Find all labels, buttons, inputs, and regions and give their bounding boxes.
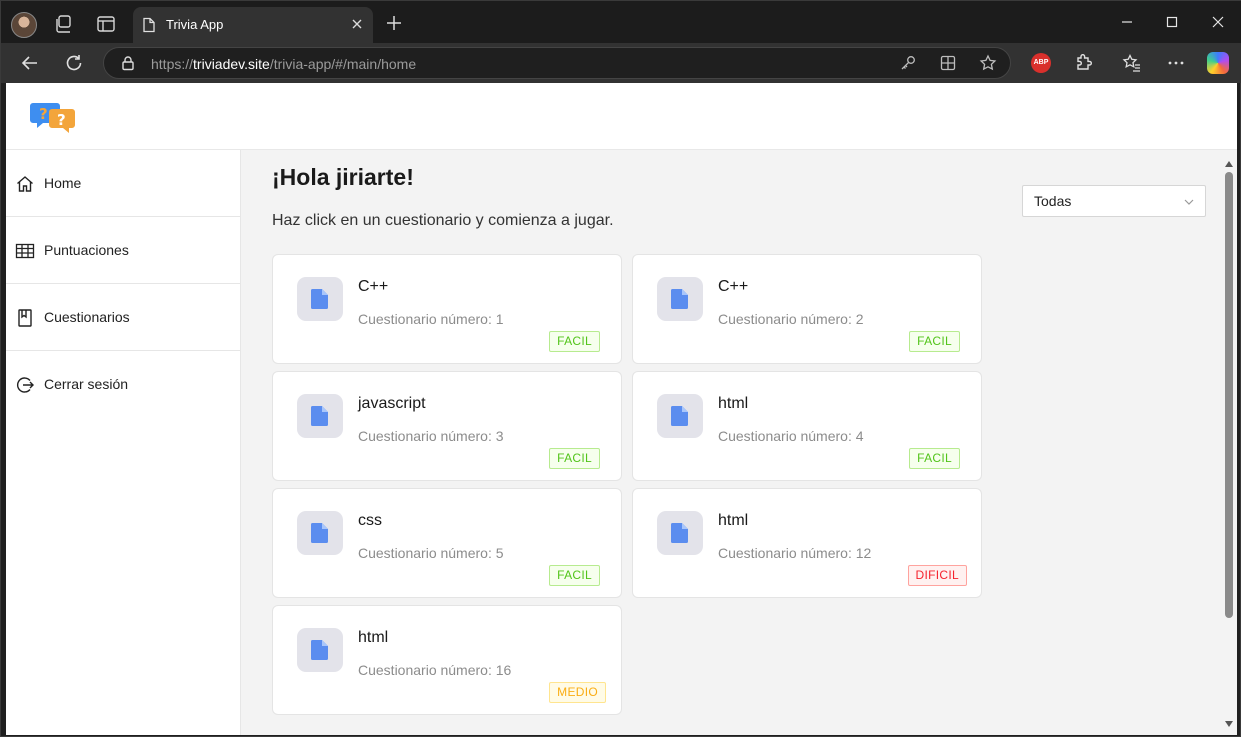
book-icon (15, 308, 35, 328)
extensions-icon[interactable] (1074, 53, 1094, 73)
file-icon (297, 394, 343, 438)
sidebar-item-label: Cuestionarios (44, 309, 130, 325)
file-icon (297, 277, 343, 321)
refresh-icon[interactable] (63, 52, 85, 74)
svg-text:?: ? (39, 105, 48, 123)
select-value: Todas (1034, 193, 1072, 209)
app-header: ? ? (6, 83, 1237, 150)
quiz-card[interactable]: javascript Cuestionario número: 3 FACIL (272, 371, 622, 481)
quiz-title: html (718, 395, 749, 412)
trivia-logo[interactable]: ? ? (28, 99, 78, 135)
quiz-card[interactable]: C++ Cuestionario número: 1 FACIL (272, 254, 622, 364)
url-scheme: https:// (151, 56, 194, 72)
quiz-number: Cuestionario número: 2 (718, 311, 864, 327)
difficulty-badge: FACIL (909, 448, 960, 469)
sidebar-item-label: Puntuaciones (44, 242, 129, 258)
new-tab-icon[interactable] (385, 14, 403, 32)
quiz-title: C++ (718, 278, 749, 295)
lock-icon[interactable] (120, 55, 136, 71)
quiz-number: Cuestionario número: 4 (718, 428, 864, 444)
difficulty-badge: DIFICIL (907, 565, 967, 586)
vertical-tabs-icon[interactable] (95, 13, 117, 35)
quiz-card[interactable]: html Cuestionario número: 12 DIFICIL (632, 488, 982, 598)
quiz-card[interactable]: html Cuestionario número: 16 MEDIO (272, 605, 622, 715)
sidebar-item-cerrar-sesion[interactable]: Cerrar sesión (6, 351, 241, 418)
sidebar-item-label: Home (44, 175, 82, 191)
page-scrollbar[interactable] (1221, 150, 1237, 735)
home-icon (15, 174, 35, 194)
logout-icon (15, 375, 35, 395)
copilot-icon[interactable] (1207, 52, 1229, 74)
sidebar-item-puntuaciones[interactable]: Puntuaciones (6, 217, 241, 284)
back-icon[interactable] (19, 52, 41, 74)
sidebar-item-label: Cerrar sesión (44, 376, 129, 392)
workspaces-icon[interactable] (53, 13, 75, 35)
quiz-card[interactable]: css Cuestionario número: 5 FACIL (272, 488, 622, 598)
chevron-down-icon (1183, 195, 1195, 207)
svg-text:?: ? (57, 111, 66, 129)
difficulty-filter-select[interactable]: Todas (1022, 185, 1206, 217)
active-tab[interactable]: Trivia App (133, 7, 373, 43)
page-icon (141, 17, 157, 33)
close-tab-icon[interactable] (349, 16, 365, 32)
tab-strip: Trivia App (1, 1, 1241, 43)
quiz-number: Cuestionario número: 3 (358, 428, 504, 444)
quiz-title: html (718, 512, 749, 529)
quiz-number: Cuestionario número: 1 (358, 311, 504, 327)
url-text[interactable]: https://triviadev.site/trivia-app/#/main… (151, 56, 416, 72)
password-key-icon[interactable] (899, 54, 917, 72)
adblock-extension-icon[interactable]: ABP (1031, 53, 1051, 73)
app-available-icon[interactable] (939, 54, 957, 72)
quiz-title: html (358, 629, 389, 646)
sidebar-item-home[interactable]: Home (6, 150, 241, 217)
page-title: ¡Hola jiriarte! (272, 164, 414, 190)
quiz-card[interactable]: C++ Cuestionario número: 2 FACIL (632, 254, 982, 364)
scroll-up-icon[interactable] (1224, 156, 1234, 167)
difficulty-badge: FACIL (549, 331, 600, 352)
address-bar[interactable]: https://triviadev.site/trivia-app/#/main… (103, 47, 1011, 79)
favorites-icon[interactable] (1122, 53, 1142, 73)
profile-avatar[interactable] (11, 12, 37, 38)
quiz-number: Cuestionario número: 12 (718, 545, 872, 561)
quiz-card[interactable]: html Cuestionario número: 4 FACIL (632, 371, 982, 481)
maximize-icon[interactable] (1164, 14, 1180, 30)
tab-title: Trivia App (166, 17, 224, 32)
file-icon (657, 394, 703, 438)
minimize-icon[interactable] (1119, 14, 1135, 30)
more-options-icon[interactable] (1166, 53, 1186, 73)
quiz-number: Cuestionario número: 16 (358, 662, 512, 678)
page-subtitle: Haz click en un cuestionario y comienza … (272, 212, 614, 229)
difficulty-badge: MEDIO (549, 682, 606, 703)
scroll-down-icon[interactable] (1224, 716, 1234, 727)
close-window-icon[interactable] (1210, 14, 1226, 30)
difficulty-badge: FACIL (909, 331, 960, 352)
url-path: /trivia-app/#/main/home (269, 56, 417, 72)
difficulty-badge: FACIL (549, 565, 600, 586)
sidebar: Home Puntuaciones Cuestionarios Cerrar s… (6, 150, 241, 735)
quiz-number: Cuestionario número: 5 (358, 545, 504, 561)
favorite-star-icon[interactable] (979, 54, 997, 72)
file-icon (297, 628, 343, 672)
difficulty-badge: FACIL (549, 448, 600, 469)
scroll-thumb[interactable] (1225, 172, 1233, 618)
browser-toolbar: https://triviadev.site/trivia-app/#/main… (1, 43, 1241, 83)
main-content: ¡Hola jiriarte! Haz click en un cuestion… (241, 150, 1221, 735)
browser-window: Trivia App https://triviadev.site/trivia… (0, 0, 1241, 737)
file-icon (657, 277, 703, 321)
quiz-title: css (358, 512, 382, 529)
quiz-title: javascript (358, 395, 426, 412)
quiz-title: C++ (358, 278, 389, 295)
url-host: triviadev.site (193, 56, 270, 72)
web-page: ? ? Home Puntuaciones Cuestionarios Cerr… (6, 83, 1237, 735)
table-icon (15, 241, 35, 261)
file-icon (297, 511, 343, 555)
file-icon (657, 511, 703, 555)
sidebar-item-cuestionarios[interactable]: Cuestionarios (6, 284, 241, 351)
